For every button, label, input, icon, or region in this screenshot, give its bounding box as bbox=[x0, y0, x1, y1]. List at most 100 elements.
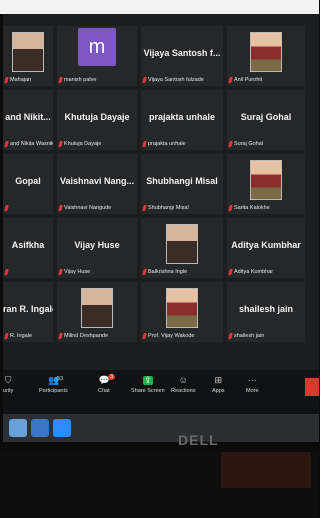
share-screen-button[interactable]: ⇪ Share Screen bbox=[131, 375, 165, 395]
participant-name-label bbox=[4, 269, 10, 275]
participant-name-text: Prof. Vijay Wakode bbox=[148, 333, 195, 339]
participant-photo bbox=[166, 288, 198, 328]
participant-tile[interactable]: Vijaya Santosh f... Vijaya Santosh fulzad… bbox=[141, 26, 223, 86]
participant-name-label: manish palve bbox=[58, 77, 97, 83]
participant-name-text: Vaishnavi Nangude bbox=[64, 205, 112, 211]
muted-mic-icon bbox=[4, 269, 9, 275]
top-edge bbox=[0, 0, 319, 14]
participant-name-center: Khutuja Dayaje bbox=[64, 112, 130, 122]
muted-mic-icon bbox=[142, 141, 147, 147]
toolbar-label: urity bbox=[3, 388, 14, 394]
participant-photo bbox=[81, 288, 113, 328]
muted-mic-icon bbox=[58, 269, 63, 275]
participant-name-label: prajakta unhale bbox=[142, 141, 186, 147]
participant-name-text: shailesh jain bbox=[234, 333, 265, 339]
participant-name-text: Milind Deshpande bbox=[64, 333, 109, 339]
participant-tile[interactable]: Mahajan bbox=[3, 26, 53, 86]
participant-name-label: Suraj Gohal bbox=[228, 141, 264, 147]
participant-name-text: Shubhangi Misal bbox=[148, 205, 189, 211]
participant-photo bbox=[166, 224, 198, 264]
participant-name-label bbox=[4, 205, 10, 211]
participant-name-center: Asifkha bbox=[11, 240, 45, 250]
muted-mic-icon bbox=[4, 333, 9, 339]
participant-tile[interactable]: Aditya Kumbhar Aditya Kumbhar bbox=[227, 218, 305, 278]
reactions-button[interactable]: ☺ Reactions bbox=[171, 375, 195, 395]
shield-icon: ⛉ bbox=[4, 375, 12, 385]
shield-button[interactable]: ⛉ urity bbox=[3, 375, 14, 395]
participant-tile[interactable]: prajakta unhale prajakta unhale bbox=[141, 90, 223, 150]
muted-mic-icon bbox=[4, 205, 9, 211]
participant-name-label: Vaishnavi Nangude bbox=[58, 205, 112, 211]
participant-tile[interactable]: m manish palve bbox=[57, 26, 137, 86]
muted-mic-icon bbox=[228, 269, 233, 275]
chat-button[interactable]: 💬 3 Chat bbox=[98, 374, 116, 394]
apps-button[interactable]: ⊞ Apps bbox=[212, 375, 225, 395]
participant-tile[interactable]: Asifkha bbox=[3, 218, 53, 278]
participant-tile[interactable]: Balkrishna Ingle bbox=[141, 218, 223, 278]
participant-tile[interactable]: Vijay Huse Vijay Huse bbox=[57, 218, 137, 278]
participant-name-text: Suraj Gohal bbox=[234, 141, 264, 147]
participant-name-text: Aditya Kumbhar bbox=[234, 269, 274, 275]
participant-name-text: prajakta unhale bbox=[148, 141, 186, 147]
participant-tile[interactable]: Prof. Vijay Wakode bbox=[141, 282, 223, 342]
muted-mic-icon bbox=[58, 333, 63, 339]
participant-tile[interactable]: Vaishnavi Nang... Vaishnavi Nangude bbox=[57, 154, 137, 214]
toolbar-label: More bbox=[246, 388, 259, 394]
participant-name-text: Vijay Huse bbox=[64, 269, 91, 275]
share-screen-icon: ⇪ bbox=[142, 375, 153, 385]
toolbar-label: Apps bbox=[212, 388, 225, 394]
participant-name-label: Sarita Kalokhe bbox=[228, 205, 270, 211]
muted-mic-icon bbox=[4, 141, 9, 147]
participant-tile[interactable]: Gopal bbox=[3, 154, 53, 214]
participant-name-center: Vaishnavi Nang... bbox=[59, 176, 135, 186]
participant-tile[interactable]: Shubhangi Misal Shubhangi Misal bbox=[141, 154, 223, 214]
participant-name-label: Aditya Kumbhar bbox=[228, 269, 274, 275]
participant-tile[interactable]: Khutuja Dayaje Khutuja Dayaje bbox=[57, 90, 137, 150]
participant-name-label: Shubhangi Misal bbox=[142, 205, 189, 211]
participant-name-center: Vijaya Santosh f... bbox=[143, 48, 221, 58]
muted-mic-icon bbox=[228, 77, 233, 83]
muted-mic-icon bbox=[142, 269, 147, 275]
participant-name-label: Prof. Vijay Wakode bbox=[142, 333, 195, 339]
participant-tile[interactable]: shailesh jain shailesh jain bbox=[227, 282, 305, 342]
toolbar-label: Chat bbox=[98, 388, 110, 394]
participant-name-text: Vijaya Santosh fulzade bbox=[148, 77, 204, 83]
start-icon[interactable] bbox=[9, 419, 27, 437]
muted-mic-icon bbox=[142, 333, 147, 339]
participant-name-text: manish palve bbox=[64, 77, 97, 83]
participant-tile[interactable]: and Nikit... and Nikita Wasnik bbox=[3, 90, 53, 150]
chat-badge: 3 bbox=[108, 374, 116, 380]
more-button[interactable]: ··· More bbox=[246, 376, 259, 395]
participant-tile[interactable]: ran R. Ingale R. Ingale bbox=[3, 282, 53, 342]
participant-name-label: R. Ingale bbox=[4, 333, 33, 339]
participant-name-label: shailesh jain bbox=[228, 333, 265, 339]
participant-name-text: and Nikita Wasnik bbox=[10, 141, 53, 147]
participant-name-text: Balkrishna Ingle bbox=[148, 269, 188, 275]
reactions-icon: ☺ bbox=[178, 375, 188, 385]
participant-tile[interactable]: Sarita Kalokhe bbox=[227, 154, 305, 214]
participants-button[interactable]: 👥 53 Participants bbox=[39, 376, 68, 395]
muted-mic-icon bbox=[58, 77, 63, 83]
muted-mic-icon bbox=[228, 333, 233, 339]
muted-mic-icon bbox=[142, 77, 147, 83]
participant-name-text: R. Ingale bbox=[10, 333, 33, 339]
participant-name-center: shailesh jain bbox=[238, 304, 294, 314]
end-button[interactable] bbox=[305, 378, 319, 396]
key-backlight bbox=[221, 452, 311, 488]
participant-name-text: Anil Purohit bbox=[234, 77, 263, 83]
apps-icon: ⊞ bbox=[214, 375, 223, 385]
chrome-icon[interactable] bbox=[31, 419, 49, 437]
participant-avatar: m bbox=[78, 28, 116, 66]
participant-name-center: Suraj Gohal bbox=[240, 112, 292, 122]
participant-name-center: Aditya Kumbhar bbox=[231, 240, 301, 250]
participant-tile[interactable]: Milind Deshpande bbox=[57, 282, 137, 342]
participant-tile[interactable]: Anil Purohit bbox=[227, 26, 305, 86]
zoom-icon[interactable] bbox=[53, 419, 71, 437]
participant-name-label: Vijaya Santosh fulzade bbox=[142, 77, 204, 83]
participant-photo bbox=[12, 32, 44, 72]
meeting-toolbar: ⛉ urity 👥 53 Participants 💬 3 Chat ⇪ Share Screen… bbox=[3, 370, 319, 414]
participant-name-label: Vijay Huse bbox=[58, 269, 91, 275]
participant-name-text: Sarita Kalokhe bbox=[234, 205, 270, 211]
participant-tile[interactable]: Suraj Gohal Suraj Gohal bbox=[227, 90, 305, 150]
participant-name-label: Milind Deshpande bbox=[58, 333, 109, 339]
